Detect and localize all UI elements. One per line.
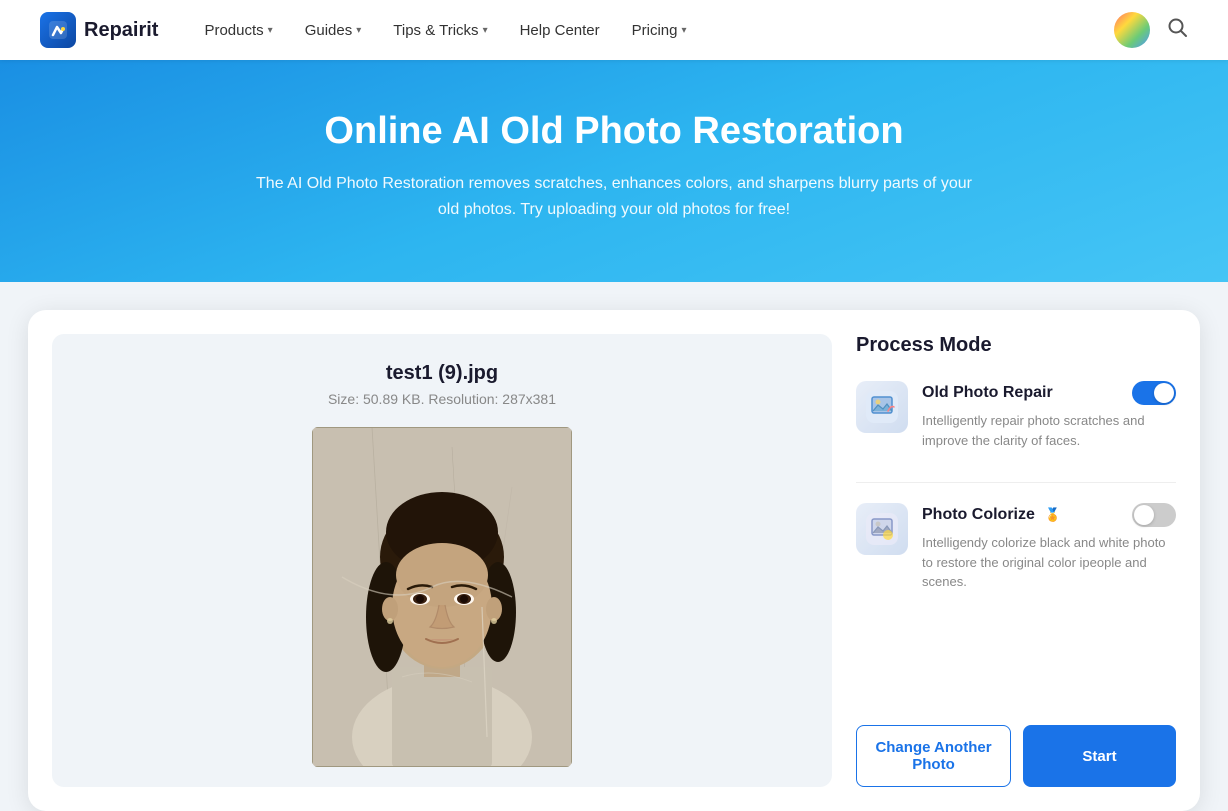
mode-header-repair: Old Photo Repair	[922, 381, 1176, 405]
mode-name-repair: Old Photo Repair	[922, 384, 1053, 402]
hero-section: Online AI Old Photo Restoration The AI O…	[0, 60, 1228, 282]
avatar[interactable]	[1114, 12, 1150, 48]
mode-content-colorize: Photo Colorize 🏅 Intelligendy colorize b…	[922, 503, 1176, 592]
mode-desc-repair: Intelligently repair photo scratches and…	[922, 411, 1176, 450]
change-photo-button[interactable]: Change Another Photo	[856, 725, 1011, 787]
toggle-knob-repair	[1154, 383, 1174, 403]
right-panel: Process Mode Old Photo Repair	[856, 334, 1176, 787]
mode-photo-colorize: Photo Colorize 🏅 Intelligendy colorize b…	[856, 503, 1176, 592]
nav-help-center[interactable]: Help Center	[506, 14, 614, 47]
process-mode-title: Process Mode	[856, 334, 1176, 357]
main-card: test1 (9).jpg Size: 50.89 KB. Resolution…	[28, 310, 1200, 811]
mode-header-colorize: Photo Colorize 🏅	[922, 503, 1176, 527]
hero-title: Online AI Old Photo Restoration	[40, 110, 1188, 153]
logo[interactable]: Repairit	[40, 12, 158, 48]
nav-help-label: Help Center	[520, 22, 600, 39]
nav-tips-tricks-label: Tips & Tricks	[393, 22, 478, 39]
nav-pricing[interactable]: Pricing ▾	[618, 14, 701, 47]
nav-pricing-chevron: ▾	[682, 25, 687, 36]
mode-icon-repair	[856, 381, 908, 433]
toggle-knob-colorize	[1134, 505, 1154, 525]
left-panel: test1 (9).jpg Size: 50.89 KB. Resolution…	[52, 334, 832, 787]
navbar: Repairit Products ▾ Guides ▾ Tips & Tric…	[0, 0, 1228, 60]
nav-guides-label: Guides	[305, 22, 353, 39]
file-meta: Size: 50.89 KB. Resolution: 287x381	[328, 391, 556, 407]
toggle-colorize[interactable]	[1132, 503, 1176, 527]
nav-guides-chevron: ▾	[356, 25, 361, 36]
hero-subtitle: The AI Old Photo Restoration removes scr…	[254, 171, 974, 222]
mode-desc-colorize: Intelligendy colorize black and white ph…	[922, 533, 1176, 592]
nav-tips-chevron: ▾	[483, 25, 488, 36]
nav-products[interactable]: Products ▾	[190, 14, 286, 47]
bottom-buttons: Change Another Photo Start	[856, 705, 1176, 787]
mode-old-photo-repair: Old Photo Repair Intelligently repair ph…	[856, 381, 1176, 450]
start-button[interactable]: Start	[1023, 725, 1176, 787]
photo-preview	[312, 427, 572, 767]
mode-name-colorize: Photo Colorize	[922, 506, 1035, 524]
mode-content-repair: Old Photo Repair Intelligently repair ph…	[922, 381, 1176, 450]
logo-icon	[40, 12, 76, 48]
brand-name: Repairit	[84, 19, 158, 42]
premium-badge: 🏅	[1045, 507, 1061, 523]
nav-menu: Products ▾ Guides ▾ Tips & Tricks ▾ Help…	[190, 14, 1114, 47]
nav-guides[interactable]: Guides ▾	[291, 14, 376, 47]
nav-tips-tricks[interactable]: Tips & Tricks ▾	[379, 14, 501, 47]
search-icon[interactable]	[1166, 16, 1188, 44]
nav-products-label: Products	[204, 22, 263, 39]
navbar-right	[1114, 12, 1188, 48]
toggle-repair[interactable]	[1132, 381, 1176, 405]
mode-icon-colorize	[856, 503, 908, 555]
nav-products-chevron: ▾	[268, 25, 273, 36]
divider	[856, 482, 1176, 483]
file-name: test1 (9).jpg	[386, 362, 498, 385]
nav-pricing-label: Pricing	[632, 22, 678, 39]
